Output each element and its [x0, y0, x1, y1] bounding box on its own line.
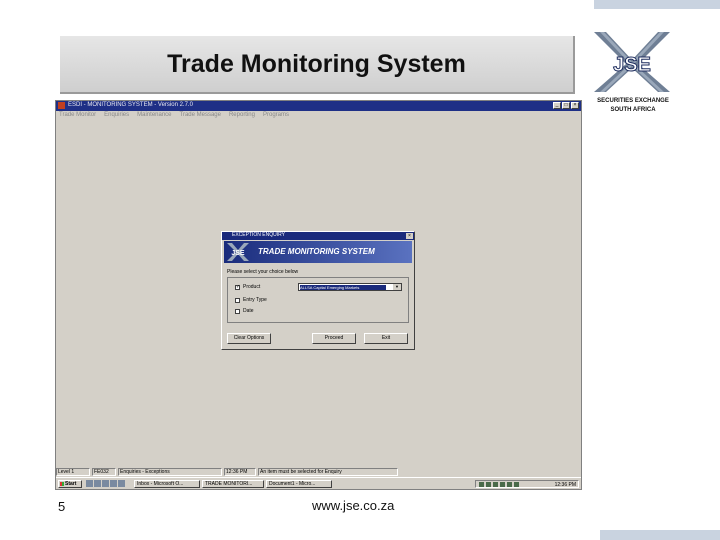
logo-line-2: SOUTH AFRICA	[610, 107, 656, 113]
start-label: Start	[65, 481, 77, 487]
menu-bar: Trade Monitor Enquiries Maintenance Trad…	[56, 112, 581, 122]
quick-launch-icon[interactable]	[86, 480, 93, 487]
dialog-title-bar[interactable]: EXCEPTION ENQUIRY ×	[222, 232, 414, 240]
quick-launch-icon[interactable]	[102, 480, 109, 487]
option-date-label: Date	[243, 308, 254, 314]
window-controls: _ □ ×	[553, 102, 579, 109]
menu-trade-message[interactable]: Trade Message	[180, 112, 221, 122]
banner-title: TRADE MONITORING SYSTEM	[258, 247, 375, 256]
app-title-bar[interactable]: ESDI - MONITORING SYSTEM - Version 2.7.0…	[56, 101, 581, 111]
menu-maintenance[interactable]: Maintenance	[137, 112, 171, 122]
tray-icon[interactable]	[507, 482, 512, 487]
tray-icon[interactable]	[493, 482, 498, 487]
slide-title-box: Trade Monitoring System	[60, 36, 575, 94]
bottom-accent-bar	[600, 530, 720, 540]
option-date[interactable]: Date	[235, 308, 254, 314]
checkbox-product[interactable]: ✓	[235, 284, 240, 290]
app-screenshot: ESDI - MONITORING SYSTEM - Version 2.7.0…	[55, 100, 582, 490]
task-trade-monitor[interactable]: TRADE MONITORI...	[202, 480, 264, 488]
status-level: Level 1	[56, 468, 90, 476]
status-code: FE032	[92, 468, 116, 476]
app-window-title: ESDI - MONITORING SYSTEM - Version 2.7.0	[68, 102, 193, 108]
options-group: ✓ Product Entry Type Date ALLSA Capital …	[227, 277, 409, 323]
slide-title: Trade Monitoring System	[167, 50, 466, 78]
status-time: 12:36 PM	[224, 468, 256, 476]
tray-icons	[479, 482, 519, 487]
footer-url[interactable]: www.jse.co.za	[312, 498, 394, 513]
page-number: 5	[58, 499, 66, 514]
windows-flag-icon	[60, 482, 64, 486]
dialog-title: EXCEPTION ENQUIRY	[232, 232, 285, 238]
option-entry-type[interactable]: Entry Type	[235, 297, 267, 303]
app-icon	[58, 102, 65, 109]
checkbox-entry-type[interactable]	[235, 297, 240, 303]
option-product-label: Product	[243, 284, 261, 290]
maximize-button[interactable]: □	[562, 102, 570, 109]
status-screen: Enquiries - Exceptions	[118, 468, 222, 476]
quick-launch-icon[interactable]	[94, 480, 101, 487]
logo-line-1: SECURITIES EXCHANGE	[597, 98, 669, 104]
jse-logo: JSE	[594, 32, 670, 92]
menu-trade-monitor[interactable]: Trade Monitor	[59, 112, 96, 122]
menu-reporting[interactable]: Reporting	[229, 112, 255, 122]
product-select-value: ALLSA Capital Emerging Markets	[300, 285, 386, 290]
taskbar-clock: 12:36 PM	[554, 482, 576, 488]
minimize-button[interactable]: _	[553, 102, 561, 109]
menu-programs[interactable]: Programs	[263, 112, 289, 122]
tray-icon[interactable]	[486, 482, 491, 487]
logo-letters: JSE	[613, 54, 651, 76]
dialog-prompt: Please select your choice below	[227, 269, 299, 275]
quick-launch	[86, 480, 125, 487]
tray-icon[interactable]	[479, 482, 484, 487]
status-message: An item must be selected for Enquiry	[258, 468, 398, 476]
tray-icon[interactable]	[514, 482, 519, 487]
top-accent-bar	[594, 0, 720, 9]
close-button[interactable]: ×	[571, 102, 579, 109]
proceed-button[interactable]: Proceed	[312, 333, 356, 344]
task-document[interactable]: Document1 - Micro...	[266, 480, 332, 488]
dialog-banner: JSE TRADE MONITORING SYSTEM	[224, 241, 412, 263]
system-tray: 12:36 PM	[475, 480, 579, 488]
option-product[interactable]: ✓ Product	[235, 284, 260, 290]
svg-text:JSE: JSE	[231, 250, 245, 257]
exit-button[interactable]: Exit	[364, 333, 408, 344]
option-entry-type-label: Entry Type	[243, 297, 267, 303]
clear-options-button[interactable]: Clear Options	[227, 333, 271, 344]
dialog-close-button[interactable]: ×	[406, 233, 413, 239]
chevron-down-icon[interactable]: ▼	[393, 284, 401, 290]
quick-launch-icon[interactable]	[110, 480, 117, 487]
menu-enquiries[interactable]: Enquiries	[104, 112, 129, 122]
product-select[interactable]: ALLSA Capital Emerging Markets ▼	[298, 283, 402, 291]
start-button[interactable]: Start	[58, 480, 82, 488]
task-inbox[interactable]: Inbox - Microsoft O...	[134, 480, 200, 488]
quick-launch-icon[interactable]	[118, 480, 125, 487]
taskbar: Start Inbox - Microsoft O... TRADE MONIT…	[56, 477, 581, 489]
checkbox-date[interactable]	[235, 308, 240, 314]
exception-enquiry-dialog: EXCEPTION ENQUIRY × JSE TRADE MONITORING…	[221, 231, 415, 350]
banner-jse-logo: JSE	[227, 243, 249, 261]
status-bar: Level 1 FE032 Enquiries - Exceptions 12:…	[56, 468, 581, 476]
tray-icon[interactable]	[500, 482, 505, 487]
